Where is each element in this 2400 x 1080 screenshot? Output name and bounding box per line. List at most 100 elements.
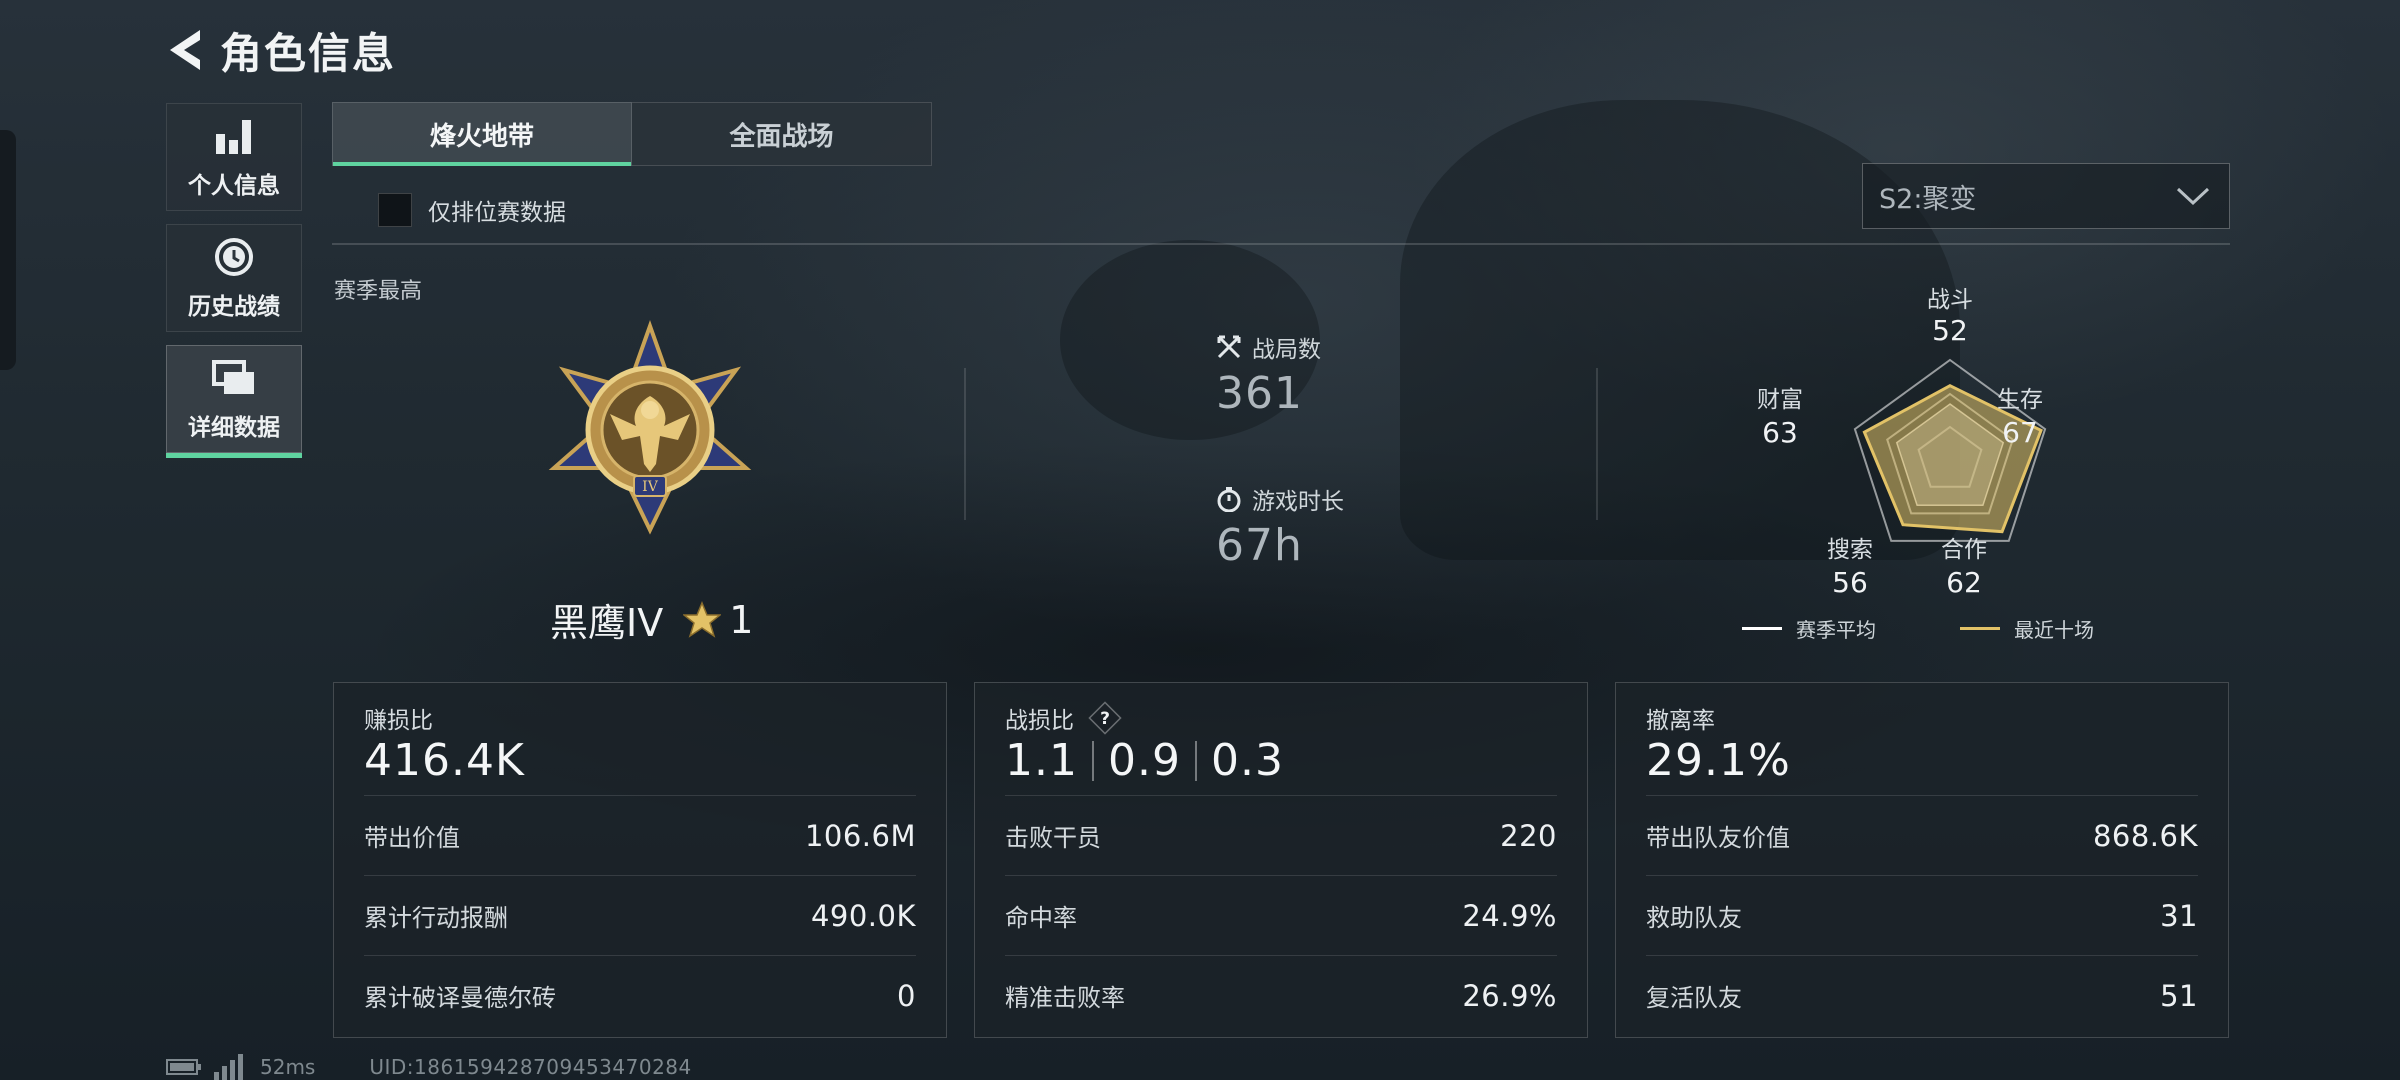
ranked-only-label: 仅排位赛数据 xyxy=(428,200,566,226)
tab-full-battlefield[interactable]: 全面战场 xyxy=(632,102,932,166)
bar-chart-icon xyxy=(216,120,251,154)
card-row: 精准击败率 26.9% xyxy=(1005,955,1557,1035)
help-question-icon[interactable]: ? xyxy=(1088,701,1122,735)
history-clock-icon xyxy=(215,238,253,276)
profit-card: 赚损比 416.4K 带出价值 106.6M 累计行动报酬 490.0K 累计破… xyxy=(333,682,947,1038)
legend-swatch xyxy=(1960,627,2000,630)
vertical-divider xyxy=(1596,368,1598,520)
radar-axis-label: 搜索 xyxy=(1827,537,1873,563)
card-row: 累计行动报酬 490.0K xyxy=(364,875,916,955)
row-label: 击败干员 xyxy=(1005,824,1101,852)
row-value: 106.6M xyxy=(804,818,916,853)
card-title: 撤离率 xyxy=(1646,708,1715,734)
playtime-stat: 游戏时长 67h xyxy=(1216,482,1344,571)
row-value: 31 xyxy=(2160,898,2198,933)
legend-season-average: 赛季平均 xyxy=(1742,614,1876,643)
svg-text:?: ? xyxy=(1100,709,1110,729)
cards-stack-icon xyxy=(212,360,254,394)
row-label: 复活队友 xyxy=(1646,984,1742,1012)
card-main-value: 416.4K xyxy=(364,735,525,786)
row-value: 51 xyxy=(2160,978,2198,1013)
legend-label: 最近十场 xyxy=(2014,618,2094,642)
ranked-only-checkbox[interactable] xyxy=(378,193,412,227)
season-dropdown[interactable]: S2:聚变 xyxy=(1862,163,2230,229)
season-best-rank: 黑鹰IV 1 xyxy=(550,592,753,647)
user-uid: UID:1861594287094534702​84 xyxy=(369,1055,692,1079)
radar-axis-label: 财富 xyxy=(1757,387,1803,413)
legend-recent-ten: 最近十场 xyxy=(1960,614,2094,643)
rank-star-count: 1 xyxy=(729,597,754,642)
card-row: 带出价值 106.6M xyxy=(364,795,916,875)
radar-axis-value: 56 xyxy=(1832,566,1868,599)
row-label: 带出队友价值 xyxy=(1646,824,1790,852)
row-value: 220 xyxy=(1500,818,1557,853)
kd-value-second: 0.9 xyxy=(1107,735,1181,786)
radar-axis-value: 52 xyxy=(1932,314,1968,347)
season-dropdown-value: S2:聚变 xyxy=(1879,183,1977,215)
sidebar-item-history[interactable]: 历史战绩 xyxy=(166,224,302,332)
legend-swatch xyxy=(1742,627,1782,630)
star-icon xyxy=(683,600,722,638)
row-label: 累计行动报酬 xyxy=(364,904,508,932)
value-separator xyxy=(1194,740,1197,781)
row-label: 救助队友 xyxy=(1646,904,1742,932)
signal-strength-icon xyxy=(214,1054,243,1080)
card-row: 累计破译曼德尔砖 0 xyxy=(364,955,916,1035)
svg-text:IV: IV xyxy=(642,479,659,495)
row-label: 精准击败率 xyxy=(1005,984,1125,1012)
radar-axis-value: 62 xyxy=(1946,566,1982,599)
row-value: 868.6K xyxy=(2092,818,2198,853)
row-label: 累计破译曼德尔砖 xyxy=(364,984,556,1012)
sidebar-item-detailed-data[interactable]: 详细数据 xyxy=(166,345,302,458)
sidebar-item-label: 个人信息 xyxy=(188,173,280,199)
ping-readout: 52ms xyxy=(260,1055,316,1079)
sidebar-item-personal-info[interactable]: 个人信息 xyxy=(166,103,302,211)
season-best-label: 赛季最高 xyxy=(334,279,423,304)
crossed-swords-icon xyxy=(1217,335,1241,359)
playtime-value: 67h xyxy=(1216,520,1303,571)
row-label: 命中率 xyxy=(1005,904,1077,932)
radar-axis-label: 生存 xyxy=(1997,387,2043,413)
page-title: 角色信息 xyxy=(220,28,397,78)
card-row: 救助队友 31 xyxy=(1646,875,2198,955)
kd-value-overall: 1.1 xyxy=(1005,735,1078,786)
row-value: 26.9% xyxy=(1462,978,1557,1013)
legend-label: 赛季平均 xyxy=(1796,618,1876,642)
row-value: 490.0K xyxy=(810,898,916,933)
rank-name: 黑鹰IV xyxy=(550,601,664,645)
sidebar-item-label: 历史战绩 xyxy=(188,294,280,320)
window-edge xyxy=(0,130,16,370)
card-title: 战损比 xyxy=(1005,708,1074,734)
ranked-only-filter[interactable]: 仅排位赛数据 xyxy=(378,193,566,227)
rank-badge-emblem: IV xyxy=(548,320,752,535)
vertical-divider xyxy=(964,368,966,520)
card-row: 复活队友 51 xyxy=(1646,955,2198,1035)
section-divider xyxy=(332,243,2230,245)
card-row: 击败干员 220 xyxy=(1005,795,1557,875)
extract-card: 撤离率 29.1% 带出队友价值 868.6K 救助队友 31 复活队友 51 xyxy=(1615,682,2229,1038)
mode-tabs: 烽火地带 全面战场 xyxy=(332,102,932,166)
battery-icon xyxy=(166,1059,201,1075)
status-footer: 52ms UID:1861594287094534702​84 xyxy=(166,1052,692,1080)
tab-hazard-zone[interactable]: 烽火地带 xyxy=(332,102,632,166)
playtime-label: 游戏时长 xyxy=(1252,489,1344,515)
radar-axis-label: 合作 xyxy=(1941,537,1987,563)
stopwatch-icon xyxy=(1217,487,1241,512)
row-value: 0 xyxy=(897,978,916,1013)
matches-stat: 战局数 361 xyxy=(1216,330,1321,419)
radar-axis-value: 67 xyxy=(2002,416,2038,449)
value-separator xyxy=(1091,740,1094,781)
back-arrow-icon[interactable] xyxy=(164,26,208,74)
radar-axis-label: 战斗 xyxy=(1927,287,1973,313)
card-main-value: 29.1% xyxy=(1646,735,1791,786)
radar-axis-value: 63 xyxy=(1762,416,1798,449)
matches-label: 战局数 xyxy=(1252,337,1321,363)
card-row: 命中率 24.9% xyxy=(1005,875,1557,955)
card-main-value: 1.1 0.9 0.3 xyxy=(1005,735,1284,786)
card-title: 赚损比 xyxy=(364,708,433,734)
sidebar-item-label: 详细数据 xyxy=(188,415,280,441)
card-row: 带出队友价值 868.6K xyxy=(1646,795,2198,875)
sidebar: 个人信息 历史战绩 详细数据 xyxy=(166,103,302,466)
chevron-down-icon xyxy=(2176,187,2210,206)
matches-value: 361 xyxy=(1216,368,1303,419)
